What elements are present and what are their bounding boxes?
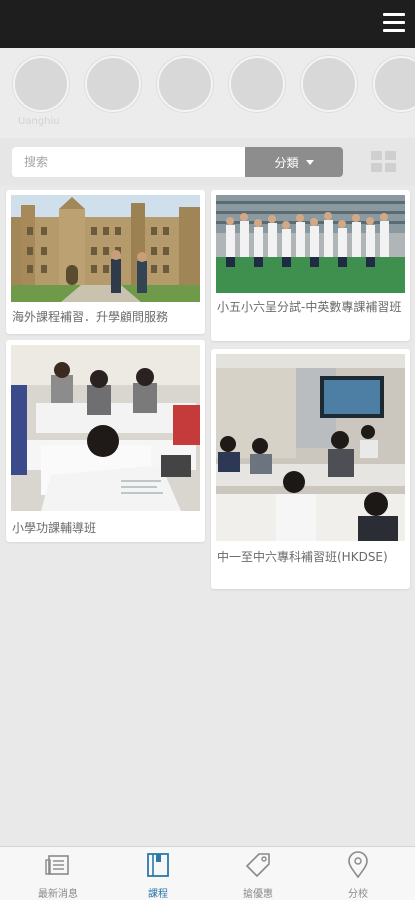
tag-icon [246, 853, 270, 877]
hamburger-menu-icon[interactable] [383, 13, 405, 33]
story-avatar[interactable] [13, 56, 69, 112]
story-label: Uanghiu [18, 116, 60, 127]
course-title: 小學功課輔導班 [12, 521, 97, 535]
category-label: 分類 [274, 155, 299, 170]
children-studying-photo [11, 345, 200, 511]
university-campus-photo [11, 195, 200, 302]
nav-label: 搶優惠 [243, 889, 273, 900]
course-title: 中一至中六專科補習班(HKDSE) [217, 550, 388, 564]
story-avatar[interactable] [373, 56, 415, 112]
story-avatar[interactable] [301, 56, 357, 112]
search-input[interactable] [12, 147, 245, 177]
secondary-classroom-photo [216, 354, 405, 541]
course-card[interactable]: 小五小六呈分試-中英數專課補習班 [211, 190, 410, 341]
story-avatar[interactable] [157, 56, 213, 112]
grid-view-icon[interactable] [371, 151, 397, 173]
course-title: 海外課程補習．升學顧問服務 [12, 310, 169, 324]
course-card[interactable]: 海外課程補習．升學顧問服務 [6, 190, 205, 334]
story-avatar[interactable] [229, 56, 285, 112]
nav-news[interactable]: 最新消息 [8, 847, 108, 900]
search-bar: 分類 [0, 138, 415, 186]
story-avatar[interactable] [85, 56, 141, 112]
top-bar [0, 0, 415, 48]
course-title: 小五小六呈分試-中英數專課補習班 [217, 300, 402, 314]
stories-row: Uanghiu [0, 48, 415, 138]
location-pin-icon [348, 851, 368, 879]
news-icon [45, 855, 69, 875]
nav-courses[interactable]: 課程 [108, 847, 208, 900]
nav-offers[interactable]: 搶優惠 [208, 847, 308, 900]
nav-label: 分校 [348, 889, 368, 900]
caret-down-icon [305, 159, 314, 165]
course-card[interactable]: 小學功課輔導班 [6, 340, 205, 542]
students-on-field-photo [216, 195, 405, 293]
nav-label: 最新消息 [38, 889, 78, 900]
course-card[interactable]: 中一至中六專科補習班(HKDSE) [211, 349, 410, 589]
nav-label: 課程 [148, 889, 168, 900]
nav-branches[interactable]: 分校 [308, 847, 408, 900]
book-icon [147, 853, 169, 877]
bottom-nav: 最新消息 課程 搶優惠 分校 [0, 846, 415, 900]
category-dropdown[interactable]: 分類 [245, 147, 343, 177]
